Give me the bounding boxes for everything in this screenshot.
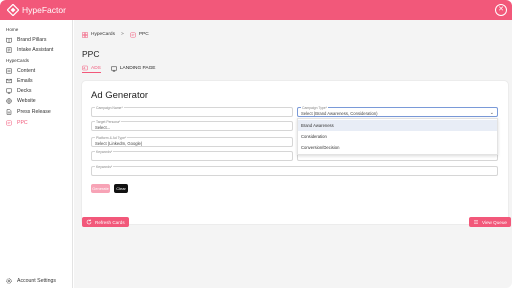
campaign-type-dropdown: Brand Awareness Consideration Conversion… [297, 118, 498, 155]
sidebar-item-label: Website [17, 98, 36, 104]
sidebar-item-label: Content [17, 68, 36, 74]
campaign-name-field[interactable]: Campaign Name* [91, 105, 293, 117]
book-icon [6, 37, 12, 43]
view-queue-button[interactable]: View Queue [469, 217, 511, 227]
keywords-field[interactable]: Keywords* [91, 164, 498, 176]
generate-button[interactable]: Generate [91, 184, 110, 193]
content-icon [6, 68, 12, 74]
mail-icon [6, 78, 12, 84]
breadcrumb: HypeCards > PPC [82, 31, 149, 38]
platform-select[interactable]: Platform & Ad Type* Select (LinkedIn, Go… [91, 135, 293, 147]
target-persona-select[interactable]: Target Persona* Select... [91, 119, 293, 131]
breadcrumb-hypecards[interactable]: HypeCards [91, 32, 115, 37]
campaign-type-select[interactable]: Campaign Type* Select (Brand Awareness, … [297, 105, 498, 117]
sidebar-item-label: Intake Assistant [17, 47, 54, 53]
sidebar-section-home: Home [6, 27, 19, 32]
sidebar-item-intake-assistant[interactable]: Intake Assistant [6, 46, 53, 54]
sidebar-item-label: Decks [17, 88, 32, 94]
keyword-field-a-label: Keywords* [95, 149, 114, 154]
ppc-icon [6, 120, 12, 126]
chevron-down-icon: ⌄ [489, 110, 494, 116]
refresh-cards-button[interactable]: Refresh Cards [82, 217, 129, 227]
refresh-icon [86, 219, 92, 225]
cards-icon [82, 31, 88, 38]
ppc-icon [130, 32, 136, 37]
platform-value: Select (LinkedIn, Google) [95, 141, 143, 146]
breadcrumb-separator: > [121, 32, 124, 37]
sidebar: Home Brand Pillars Intake Assistant Hype… [0, 20, 73, 288]
form-icon [6, 47, 12, 53]
tab-bar: ADS LANDING PAGE [82, 64, 166, 73]
sidebar-item-label: Emails [17, 78, 33, 84]
sidebar-item-content[interactable]: Content [6, 67, 35, 75]
sidebar-item-ppc[interactable]: PPC [6, 119, 28, 127]
target-persona-label: Target Persona* [95, 119, 122, 124]
dropdown-option-consideration[interactable]: Consideration [298, 131, 497, 142]
sidebar-item-decks[interactable]: Decks [6, 87, 31, 95]
account-settings-label: Account Settings [17, 278, 56, 284]
top-bar: HypeFactor ✕ [0, 0, 512, 20]
deck-icon [6, 88, 12, 94]
sidebar-item-label: Press Release [17, 109, 51, 115]
sidebar-section-hypecards: HypeCards [6, 58, 29, 63]
app-name: HypeFactor [22, 5, 66, 15]
clear-button[interactable]: Clear [114, 184, 128, 193]
breadcrumb-ppc: PPC [138, 32, 149, 37]
app-window: HypeFactor ✕ Home Brand Pillars Intake A… [0, 0, 512, 288]
gear-icon [6, 278, 12, 284]
keywords-label: Keywords* [95, 164, 114, 169]
globe-icon [6, 98, 12, 104]
dropdown-option-conversion-decision[interactable]: Conversion/Decision [298, 142, 497, 153]
tab-label: LANDING PAGE [119, 66, 156, 71]
monitor-icon [111, 66, 117, 71]
keyword-field-a[interactable]: Keywords* [91, 149, 293, 161]
campaign-name-label: Campaign Name* [95, 105, 124, 110]
tab-label: ADS [91, 65, 101, 71]
hypefactor-logo-icon [7, 4, 19, 16]
close-icon[interactable]: ✕ [495, 4, 507, 16]
document-icon [6, 109, 12, 115]
sidebar-item-brand-pillars[interactable]: Brand Pillars [6, 36, 46, 44]
sidebar-item-emails[interactable]: Emails [6, 77, 33, 85]
sidebar-item-label: PPC [17, 120, 28, 126]
target-persona-value: Select... [95, 125, 111, 130]
dropdown-option-brand-awareness[interactable]: Brand Awareness [298, 120, 497, 131]
campaign-type-value: Select (Brand Awareness, Consideration) [301, 111, 378, 116]
page-title: PPC [82, 49, 100, 59]
view-queue-label: View Queue [482, 219, 507, 225]
ads-icon [82, 65, 88, 71]
tab-ads[interactable]: ADS [82, 64, 101, 73]
refresh-cards-label: Refresh Cards [95, 219, 125, 225]
queue-icon [474, 220, 478, 224]
campaign-type-label: Campaign Type* [301, 105, 329, 110]
ad-generator-title: Ad Generator [91, 90, 149, 101]
tab-landing-page[interactable]: LANDING PAGE [111, 64, 156, 73]
sidebar-item-website[interactable]: Website [6, 97, 36, 105]
account-settings-link[interactable]: Account Settings [6, 277, 56, 285]
sidebar-item-press-release[interactable]: Press Release [6, 108, 51, 116]
platform-label: Platform & Ad Type* [95, 135, 128, 140]
sidebar-item-label: Brand Pillars [17, 37, 47, 43]
